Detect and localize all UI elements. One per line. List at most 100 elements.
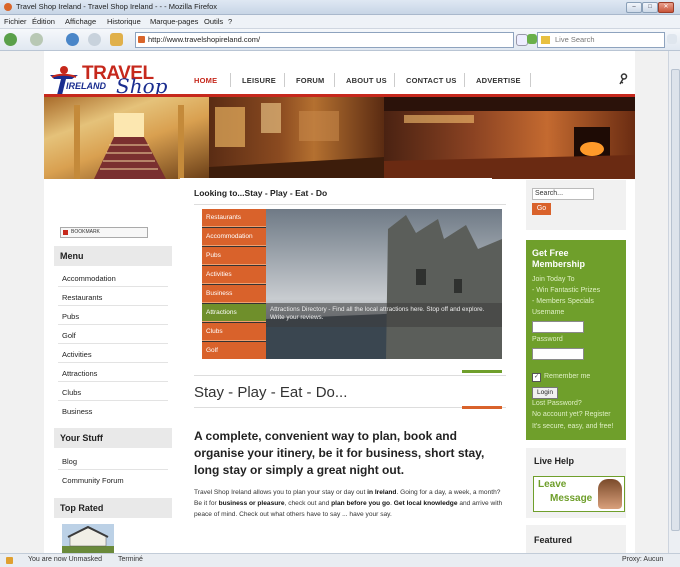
password-field[interactable] xyxy=(532,348,584,360)
home-icon[interactable] xyxy=(110,33,123,46)
header-banner-image xyxy=(44,97,635,179)
nav-advertise[interactable]: ADVERTISE xyxy=(476,76,521,85)
nav-contact-us[interactable]: CONTACT US xyxy=(406,76,457,85)
looking-heading: Looking to...Stay - Play - Eat - Do xyxy=(194,188,328,198)
menu-edit[interactable]: Édition xyxy=(32,17,55,26)
remember-me-label: Remember me xyxy=(544,373,591,380)
nav-about-us[interactable]: ABOUT US xyxy=(346,76,387,85)
close-button[interactable]: ✕ xyxy=(658,2,674,13)
menu-item-clubs[interactable]: Clubs xyxy=(62,388,81,397)
site-container: TRAVEL IRELAND Shop HOME LEISURE FORUM A… xyxy=(44,51,635,553)
username-field[interactable] xyxy=(532,321,584,333)
top-rated-house-thumbnail[interactable] xyxy=(62,524,114,553)
top-rated-heading: Top Rated xyxy=(54,498,172,518)
stop-icon[interactable] xyxy=(88,33,101,46)
back-icon[interactable] xyxy=(4,33,17,46)
intro-paragraph: Travel Shop Ireland allows you to plan y… xyxy=(194,489,503,518)
slider-tab-activities[interactable]: Activities xyxy=(202,266,266,284)
slider-tab-clubs[interactable]: Clubs xyxy=(202,323,266,341)
menu-item-pubs[interactable]: Pubs xyxy=(62,312,79,321)
firefox-icon xyxy=(4,3,12,11)
your-stuff-forum[interactable]: Community Forum xyxy=(62,476,124,485)
window-title: Travel Shop Ireland - Travel Shop Irelan… xyxy=(16,2,218,11)
category-slider: Restaurants Accommodation Pubs Activitie… xyxy=(202,209,502,359)
bookmark-button[interactable]: BOOKMARK xyxy=(60,227,148,238)
menu-item-restaurants[interactable]: Restaurants xyxy=(62,293,102,302)
slider-tab-restaurants[interactable]: Restaurants xyxy=(202,209,266,227)
menu-help[interactable]: ? xyxy=(228,17,232,26)
scrollbar-thumb[interactable] xyxy=(671,69,680,531)
slider-tab-business[interactable]: Business xyxy=(202,285,266,303)
menu-item-accommodation[interactable]: Accommodation xyxy=(62,274,116,283)
menu-bar: Fichier Édition Affichage Historique Mar… xyxy=(0,15,680,29)
password-label: Password xyxy=(532,336,563,343)
featured-panel: Featured xyxy=(526,525,626,553)
unmask-addon-icon[interactable] xyxy=(6,557,13,564)
lost-password-link[interactable]: Lost Password? xyxy=(532,400,582,407)
status-bar: You are now Unmasked Terminé Proxy: Aucu… xyxy=(0,553,680,567)
vertical-scrollbar[interactable] xyxy=(668,51,680,553)
forward-icon[interactable] xyxy=(30,33,43,46)
live-help-title: Live Help xyxy=(534,456,575,466)
slider-tab-golf[interactable]: Golf xyxy=(202,342,266,359)
nav-forum[interactable]: FORUM xyxy=(296,76,325,85)
search-go-icon[interactable] xyxy=(667,34,677,44)
slider-tab-pubs[interactable]: Pubs xyxy=(202,247,266,265)
username-label: Username xyxy=(532,309,565,316)
nav-home[interactable]: HOME xyxy=(194,76,217,85)
menu-bookmarks[interactable]: Marque-pages xyxy=(150,17,198,26)
slider-caption: Attractions Directory - Find all the loc… xyxy=(266,303,502,327)
menu-item-golf[interactable]: Golf xyxy=(62,331,76,340)
membership-secure-note: It's secure, easy, and free! xyxy=(532,423,614,430)
orange-accent-line xyxy=(462,406,502,409)
main-content: Looking to...Stay - Play - Eat - Do Rest… xyxy=(180,178,506,553)
menu-heading: Menu xyxy=(54,246,172,266)
minimize-button[interactable]: – xyxy=(626,2,642,13)
slider-image-castle xyxy=(266,209,502,359)
leave-message-button[interactable]: Leave Message xyxy=(533,476,625,512)
maximize-button[interactable]: □ xyxy=(642,2,658,13)
status-proxy: Proxy: Aucun xyxy=(622,556,664,563)
menu-view[interactable]: Affichage xyxy=(65,17,96,26)
login-button[interactable]: Login xyxy=(532,387,558,399)
address-url: http://www.travelshopireland.com/ xyxy=(148,35,261,44)
site-favicon xyxy=(138,36,145,43)
live-help-panel: Live Help Leave Message xyxy=(526,448,626,518)
go-arrow-icon[interactable] xyxy=(527,34,537,44)
slider-tab-attractions[interactable]: Attractions xyxy=(202,304,266,322)
slider-tab-accommodation[interactable]: Accommodation xyxy=(202,228,266,246)
search-engine-box[interactable]: Live Search xyxy=(537,32,665,48)
reload-icon[interactable] xyxy=(66,33,79,46)
address-bar[interactable]: http://www.travelshopireland.com/ xyxy=(135,32,514,48)
green-accent-line xyxy=(462,370,502,373)
membership-line-2: - Win Fantastic Prizes xyxy=(532,287,601,294)
top-navigation: HOME LEISURE FORUM ABOUT US CONTACT US A… xyxy=(188,70,628,90)
support-agent-avatar xyxy=(598,479,622,509)
search-engine-icon xyxy=(541,36,550,44)
membership-panel: Get Free Membership Join Today To - Win … xyxy=(526,240,626,440)
menu-tools[interactable]: Outils xyxy=(204,17,223,26)
remember-me-checkbox[interactable]: ✓ xyxy=(532,373,541,382)
menu-item-business[interactable]: Business xyxy=(62,407,92,416)
your-stuff-blog[interactable]: Blog xyxy=(62,457,77,466)
status-unmasked: You are now Unmasked xyxy=(28,556,103,563)
membership-title: Get Free Membership xyxy=(532,248,586,269)
featured-title: Featured xyxy=(534,535,573,545)
key-icon[interactable] xyxy=(618,73,628,85)
register-link[interactable]: No account yet? Register xyxy=(532,411,611,418)
window-titlebar: Travel Shop Ireland - Travel Shop Irelan… xyxy=(0,0,680,15)
menu-file[interactable]: Fichier xyxy=(4,17,27,26)
nav-leisure[interactable]: LEISURE xyxy=(242,76,276,85)
site-search-go-button[interactable]: Go xyxy=(532,203,551,215)
membership-line-1: Join Today To xyxy=(532,276,575,283)
tagline: A complete, convenient way to plan, book… xyxy=(194,429,485,477)
site-search-input[interactable]: Search... xyxy=(532,188,594,200)
menu-history[interactable]: Historique xyxy=(107,17,141,26)
page-heading: Stay - Play - Eat - Do... xyxy=(194,384,348,401)
logo-ireland: IRELAND xyxy=(66,81,106,91)
site-logo[interactable]: TRAVEL IRELAND Shop xyxy=(48,63,188,98)
menu-item-activities[interactable]: Activities xyxy=(62,350,92,359)
page-viewport: TRAVEL IRELAND Shop HOME LEISURE FORUM A… xyxy=(0,51,668,553)
status-done: Terminé xyxy=(118,556,143,563)
menu-item-attractions[interactable]: Attractions xyxy=(62,369,97,378)
